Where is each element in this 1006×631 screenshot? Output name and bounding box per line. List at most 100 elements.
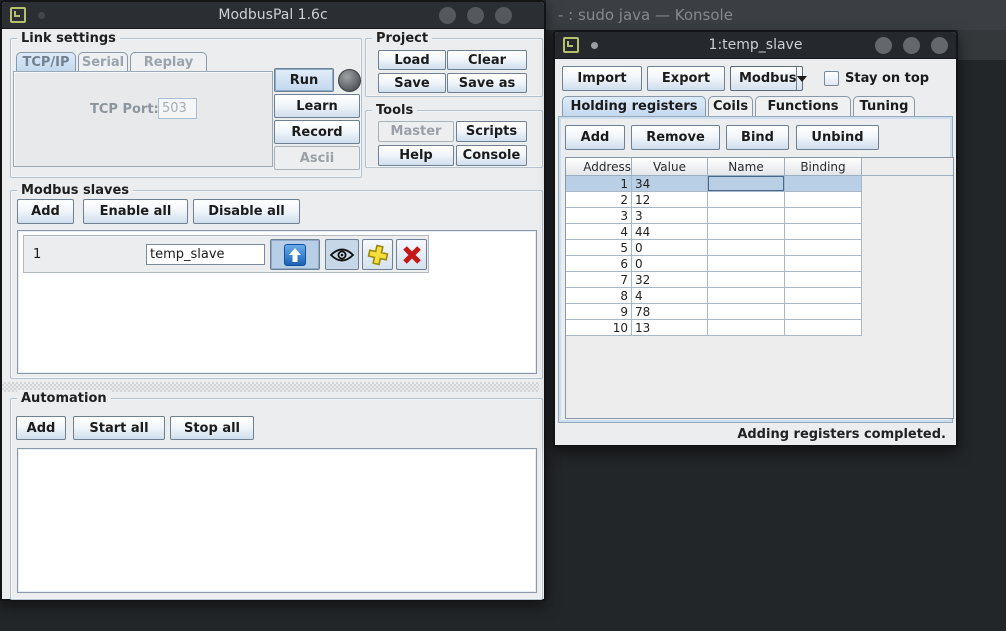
cell-value[interactable]: 13 [632, 320, 708, 336]
bind-button[interactable]: Bind [726, 125, 789, 150]
run-button[interactable]: Run [274, 68, 334, 92]
cell-binding[interactable] [785, 320, 862, 336]
cell-binding[interactable] [785, 304, 862, 320]
cell-name[interactable] [708, 256, 785, 272]
cell-binding[interactable] [785, 192, 862, 208]
tab-coils[interactable]: Coils [708, 96, 753, 116]
enable-slave-toggle[interactable] [270, 239, 320, 270]
cell-value[interactable]: 0 [632, 256, 708, 272]
tab-tcpip[interactable]: TCP/IP [16, 52, 76, 71]
close-button[interactable] [495, 7, 512, 24]
save-as-button[interactable]: Save as [447, 73, 527, 93]
tab-functions[interactable]: Functions [755, 96, 851, 116]
minimize-button[interactable] [439, 7, 456, 24]
view-slave-button[interactable] [325, 239, 359, 270]
table-row[interactable]: 1013 [566, 320, 862, 336]
cell-name[interactable] [708, 224, 785, 240]
export-button[interactable]: Export [647, 66, 725, 91]
help-button[interactable]: Help [378, 145, 454, 166]
slave-name-field[interactable] [146, 244, 265, 265]
cell-value[interactable]: 78 [632, 304, 708, 320]
cell-address[interactable]: 8 [566, 288, 632, 304]
konsole-titlebar[interactable]: - : sudo java — Konsole [546, 0, 1006, 30]
close-button[interactable] [931, 37, 948, 54]
add-slave-button[interactable]: Add [17, 199, 74, 224]
cell-name[interactable] [708, 288, 785, 304]
maximize-button[interactable] [467, 7, 484, 24]
header-binding[interactable]: Binding [785, 158, 862, 176]
table-row[interactable]: 33 [566, 208, 862, 224]
cell-address[interactable]: 6 [566, 256, 632, 272]
minimize-button[interactable] [875, 37, 892, 54]
cell-name[interactable] [708, 320, 785, 336]
temp-slave-titlebar[interactable]: 1:temp_slave [555, 32, 956, 59]
cell-address[interactable]: 3 [566, 208, 632, 224]
table-row[interactable]: 84 [566, 288, 862, 304]
cell-address[interactable]: 2 [566, 192, 632, 208]
cell-binding[interactable] [785, 256, 862, 272]
plus-button[interactable] [362, 239, 393, 270]
cell-name[interactable] [708, 240, 785, 256]
cell-name[interactable] [708, 208, 785, 224]
cell-address[interactable]: 5 [566, 240, 632, 256]
cell-name[interactable] [708, 176, 785, 192]
header-value[interactable]: Value [632, 158, 708, 176]
cell-binding[interactable] [785, 224, 862, 240]
add-automation-button[interactable]: Add [16, 416, 66, 440]
unbind-button[interactable]: Unbind [796, 125, 879, 150]
cell-address[interactable]: 1 [566, 176, 632, 192]
cell-value[interactable]: 44 [632, 224, 708, 240]
table-row[interactable]: 444 [566, 224, 862, 240]
table-row[interactable]: 134 [566, 176, 862, 192]
cell-value[interactable]: 0 [632, 240, 708, 256]
cell-binding[interactable] [785, 288, 862, 304]
modbus-combo[interactable]: Modbus [730, 66, 803, 91]
cell-address[interactable]: 10 [566, 320, 632, 336]
enable-all-button[interactable]: Enable all [83, 199, 188, 224]
cell-value[interactable]: 32 [632, 272, 708, 288]
add-register-button[interactable]: Add [565, 125, 625, 150]
project-title: Project [372, 30, 432, 47]
delete-slave-button[interactable] [396, 239, 427, 270]
cell-binding[interactable] [785, 208, 862, 224]
save-button[interactable]: Save [378, 73, 446, 93]
cell-value[interactable]: 4 [632, 288, 708, 304]
cell-address[interactable]: 9 [566, 304, 632, 320]
cell-value[interactable]: 3 [632, 208, 708, 224]
stay-on-top-checkbox[interactable] [824, 71, 839, 86]
disable-all-button[interactable]: Disable all [193, 199, 300, 224]
cell-value[interactable]: 12 [632, 192, 708, 208]
cell-name[interactable] [708, 304, 785, 320]
cell-name[interactable] [708, 272, 785, 288]
modbuspal-titlebar[interactable]: ModbusPal 1.6c [2, 2, 544, 29]
tab-holding-registers[interactable]: Holding registers [562, 96, 706, 116]
learn-button[interactable]: Learn [274, 94, 360, 118]
table-row[interactable]: 732 [566, 272, 862, 288]
console-button[interactable]: Console [456, 145, 527, 166]
cell-binding[interactable] [785, 240, 862, 256]
table-row[interactable]: 60 [566, 256, 862, 272]
start-all-button[interactable]: Start all [73, 416, 165, 440]
cell-binding[interactable] [785, 272, 862, 288]
cell-name[interactable] [708, 192, 785, 208]
cell-binding[interactable] [785, 176, 862, 192]
load-button[interactable]: Load [378, 50, 446, 70]
tab-tuning[interactable]: Tuning [853, 96, 915, 116]
scripts-button[interactable]: Scripts [456, 121, 527, 142]
stay-on-top-label[interactable]: Stay on top [845, 71, 929, 86]
cell-address[interactable]: 7 [566, 272, 632, 288]
header-name[interactable]: Name [708, 158, 785, 176]
remove-register-button[interactable]: Remove [631, 125, 720, 150]
table-row[interactable]: 212 [566, 192, 862, 208]
cell-address[interactable]: 4 [566, 224, 632, 240]
cell-value[interactable]: 34 [632, 176, 708, 192]
table-row[interactable]: 50 [566, 240, 862, 256]
record-button[interactable]: Record [274, 120, 360, 144]
maximize-button[interactable] [903, 37, 920, 54]
import-button[interactable]: Import [562, 66, 642, 91]
stop-all-button[interactable]: Stop all [170, 416, 254, 440]
clear-button[interactable]: Clear [447, 50, 527, 70]
table-row[interactable]: 978 [566, 304, 862, 320]
header-address[interactable]: Address [566, 158, 632, 176]
chevron-down-icon[interactable] [796, 67, 807, 90]
